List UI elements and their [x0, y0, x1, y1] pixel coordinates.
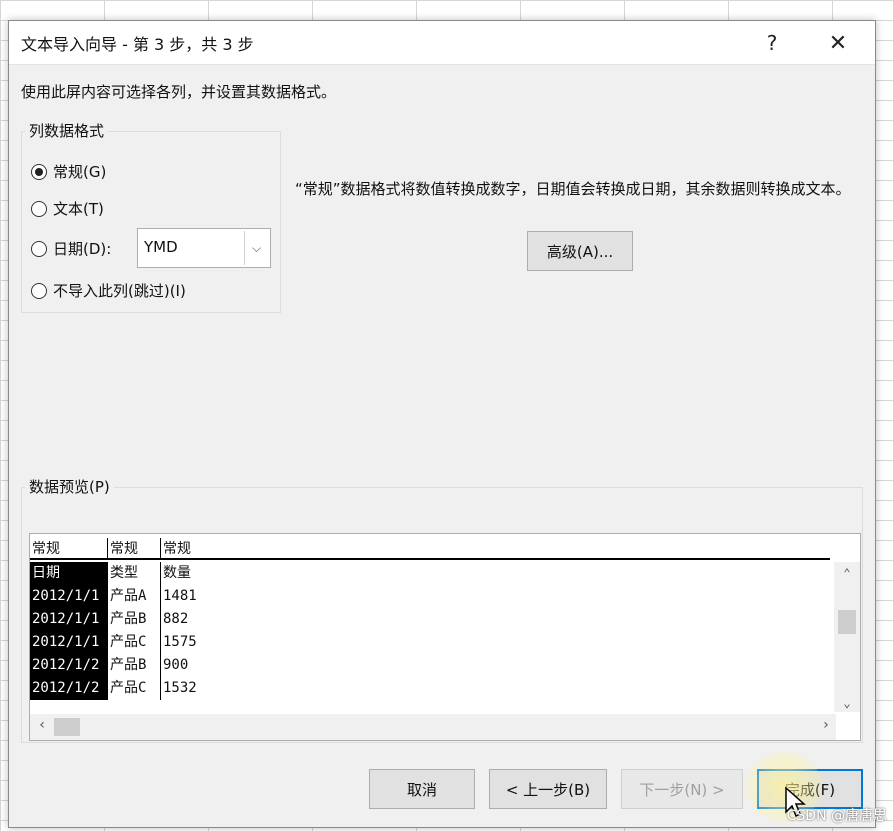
- table-row: 2012/1/1 产品C 1575: [30, 631, 830, 654]
- back-button[interactable]: < 上一步(B): [489, 769, 607, 809]
- preview-header-cell[interactable]: 常规: [161, 538, 221, 560]
- preview-cell[interactable]: 1481: [161, 585, 221, 608]
- vertical-scroll-thumb[interactable]: [838, 610, 856, 634]
- preview-cell[interactable]: 2012/1/1: [30, 585, 108, 608]
- preview-cell[interactable]: 882: [161, 608, 221, 631]
- horizontal-scroll-thumb[interactable]: [54, 718, 80, 736]
- preview-cell[interactable]: 日期: [30, 562, 108, 585]
- preview-cell[interactable]: 1532: [161, 677, 221, 700]
- scroll-up-icon[interactable]: ⌃: [834, 566, 860, 580]
- radio-skip-indicator[interactable]: [31, 282, 47, 299]
- close-button[interactable]: ✕: [815, 21, 861, 65]
- preview-cell[interactable]: 产品B: [108, 608, 161, 631]
- scroll-down-icon[interactable]: ⌄: [834, 696, 860, 710]
- radio-text-indicator[interactable]: [31, 200, 47, 217]
- preview-cell[interactable]: 1575: [161, 631, 221, 654]
- preview-cell[interactable]: 产品B: [108, 654, 161, 677]
- help-button[interactable]: ?: [749, 21, 795, 65]
- preview-header-cell[interactable]: 常规: [108, 538, 161, 560]
- preview-header-row: 常规 常规 常规: [30, 538, 830, 560]
- table-row: 2012/1/1 产品B 882: [30, 608, 830, 631]
- scroll-left-icon[interactable]: ‹: [38, 717, 46, 733]
- format-description: “常规”数据格式将数值转换成数字，日期值会转换成日期，其余数据则转换成文本。: [295, 180, 851, 198]
- preview-cell[interactable]: 2012/1/1: [30, 608, 108, 631]
- vertical-scrollbar[interactable]: ⌃ ⌄: [834, 562, 860, 712]
- radio-text-label: 文本(T): [53, 200, 104, 218]
- preview-cell[interactable]: 产品C: [108, 631, 161, 654]
- radio-general-indicator[interactable]: [31, 163, 47, 180]
- preview-cell[interactable]: 2012/1/2: [30, 677, 108, 700]
- preview-cell[interactable]: 数量: [161, 562, 221, 585]
- radio-skip[interactable]: 不导入此列(跳过)(I): [31, 280, 186, 301]
- preview-cell[interactable]: 900: [161, 654, 221, 677]
- cancel-button[interactable]: 取消: [369, 769, 475, 809]
- watermark: CSDN @唐唐思: [786, 808, 887, 824]
- advanced-button[interactable]: 高级(A)...: [527, 231, 633, 271]
- date-format-select[interactable]: YMD ⌵: [137, 228, 271, 268]
- scroll-right-icon[interactable]: ›: [822, 717, 830, 733]
- table-row: 2012/1/2 产品B 900: [30, 654, 830, 677]
- radio-date-indicator[interactable]: [31, 240, 47, 257]
- text-import-wizard-dialog: 文本导入向导 - 第 3 步，共 3 步 ? ✕ 使用此屏内容可选择各列，并设置…: [8, 20, 876, 828]
- column-format-legend: 列数据格式: [25, 120, 109, 141]
- preview-header-cell[interactable]: 常规: [30, 538, 108, 560]
- table-row: 2012/1/2 产品C 1532: [30, 677, 830, 700]
- title-bar: 文本导入向导 - 第 3 步，共 3 步 ? ✕: [9, 21, 875, 65]
- radio-general-label: 常规(G): [53, 163, 107, 181]
- table-row: 2012/1/1 产品A 1481: [30, 585, 830, 608]
- next-button[interactable]: 下一步(N) >: [621, 769, 743, 809]
- preview-cell[interactable]: 产品C: [108, 677, 161, 700]
- data-preview-grid[interactable]: 常规 常规 常规 日期 类型 数量 2012/1/1 产品A 1481 2012…: [29, 533, 861, 741]
- preview-cell[interactable]: 2012/1/2: [30, 654, 108, 677]
- preview-rows: 日期 类型 数量 2012/1/1 产品A 1481 2012/1/1 产品B …: [30, 562, 830, 700]
- radio-skip-label: 不导入此列(跳过)(I): [53, 282, 186, 300]
- data-preview-legend: 数据预览(P): [25, 476, 114, 497]
- preview-cell[interactable]: 产品A: [108, 585, 161, 608]
- radio-date-label: 日期(D):: [53, 240, 112, 258]
- radio-text[interactable]: 文本(T): [31, 198, 104, 219]
- radio-date[interactable]: 日期(D):: [31, 238, 111, 259]
- instruction-text: 使用此屏内容可选择各列，并设置其数据格式。: [21, 83, 337, 101]
- horizontal-scrollbar[interactable]: ‹ ›: [30, 714, 836, 740]
- date-format-value: YMD: [144, 238, 178, 256]
- radio-general[interactable]: 常规(G): [31, 161, 106, 182]
- table-row: 日期 类型 数量: [30, 562, 830, 585]
- dialog-title: 文本导入向导 - 第 3 步，共 3 步: [21, 34, 254, 54]
- preview-cell[interactable]: 类型: [108, 562, 161, 585]
- chevron-down-icon[interactable]: ⌵: [244, 231, 268, 265]
- preview-cell[interactable]: 2012/1/1: [30, 631, 108, 654]
